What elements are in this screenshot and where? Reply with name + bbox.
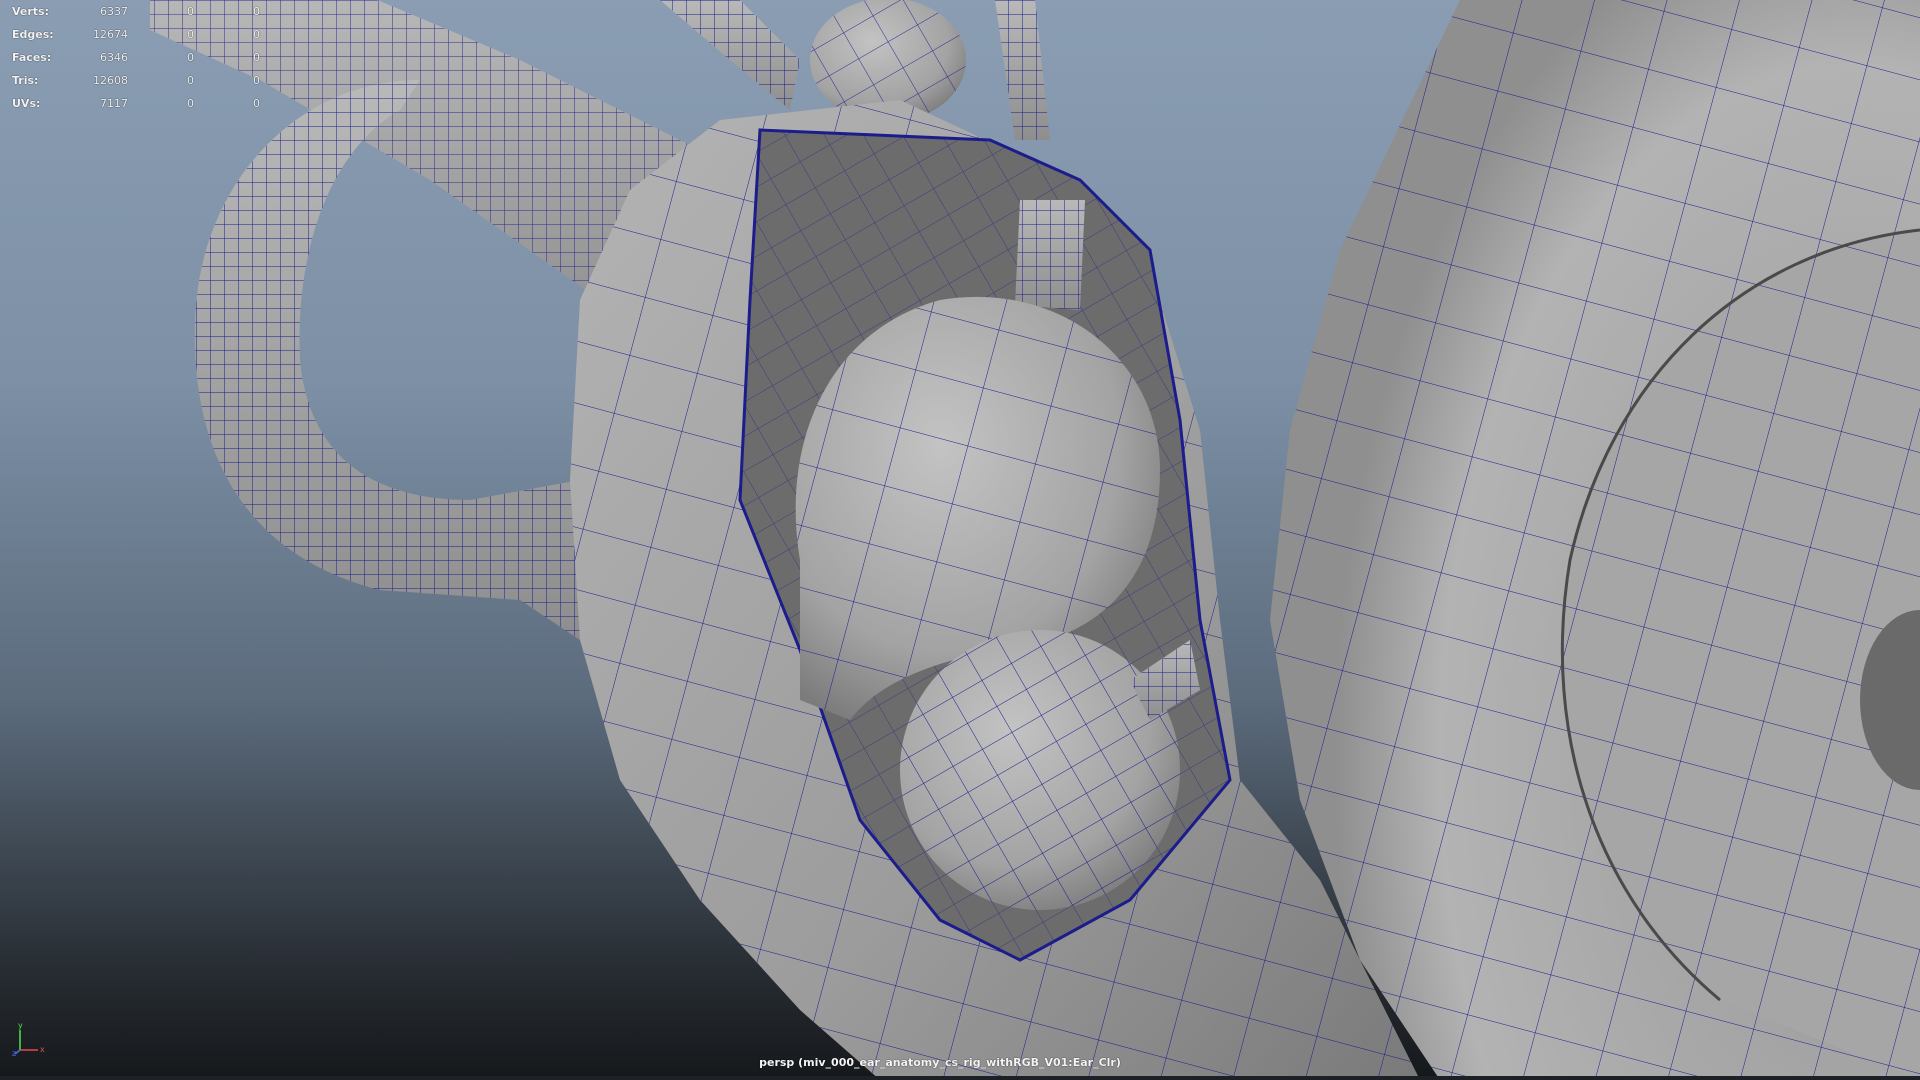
axis-z-label: z <box>12 1049 16 1056</box>
hud-component-value: 0 <box>253 97 260 110</box>
viewport-3d[interactable]: Verts: 6337 0 0 Edges: 12674 0 0 Faces: 6346 0 0 Tri… <box>0 0 1920 1080</box>
hud-total-value: 7117 <box>100 97 128 110</box>
axis-y-label: y <box>18 1021 23 1030</box>
hud-row: Verts: 6337 0 0 <box>0 0 270 23</box>
hud-label: Faces: <box>12 51 52 64</box>
hud-row: UVs: 7117 0 0 <box>0 92 270 115</box>
hud-selected-value: 0 <box>187 74 194 87</box>
poly-count-hud: Verts: 6337 0 0 Edges: 12674 0 0 Faces: 6346 0 0 Tri… <box>0 0 270 115</box>
hud-label: UVs: <box>12 97 41 110</box>
hud-component-value: 0 <box>253 51 260 64</box>
camera-name-label: persp (miv_000_ear_anatomy_cs_rig_withRG… <box>759 1056 1121 1069</box>
hud-total-value: 6346 <box>100 51 128 64</box>
hud-row: Faces: 6346 0 0 <box>0 46 270 69</box>
hud-component-value: 0 <box>253 74 260 87</box>
cochlea <box>1270 0 1920 1080</box>
viewport-bottom-border <box>0 1076 1920 1080</box>
hud-component-value: 0 <box>253 5 260 18</box>
hud-selected-value: 0 <box>187 5 194 18</box>
axis-x-label: x <box>40 1045 45 1054</box>
inner-tube <box>1015 200 1085 310</box>
hud-total-value: 6337 <box>100 5 128 18</box>
hud-selected-value: 0 <box>187 28 194 41</box>
hud-total-value: 12674 <box>93 28 128 41</box>
hud-component-value: 0 <box>253 28 260 41</box>
axis-gizmo: y x z <box>12 1021 45 1056</box>
mesh-render[interactable] <box>0 0 1920 1080</box>
hud-label: Edges: <box>12 28 54 41</box>
hud-row: Tris: 12608 0 0 <box>0 69 270 92</box>
hud-row: Edges: 12674 0 0 <box>0 23 270 46</box>
hud-total-value: 12608 <box>93 74 128 87</box>
hud-label: Verts: <box>12 5 50 18</box>
hud-selected-value: 0 <box>187 51 194 64</box>
hud-selected-value: 0 <box>187 97 194 110</box>
hud-label: Tris: <box>12 74 39 87</box>
